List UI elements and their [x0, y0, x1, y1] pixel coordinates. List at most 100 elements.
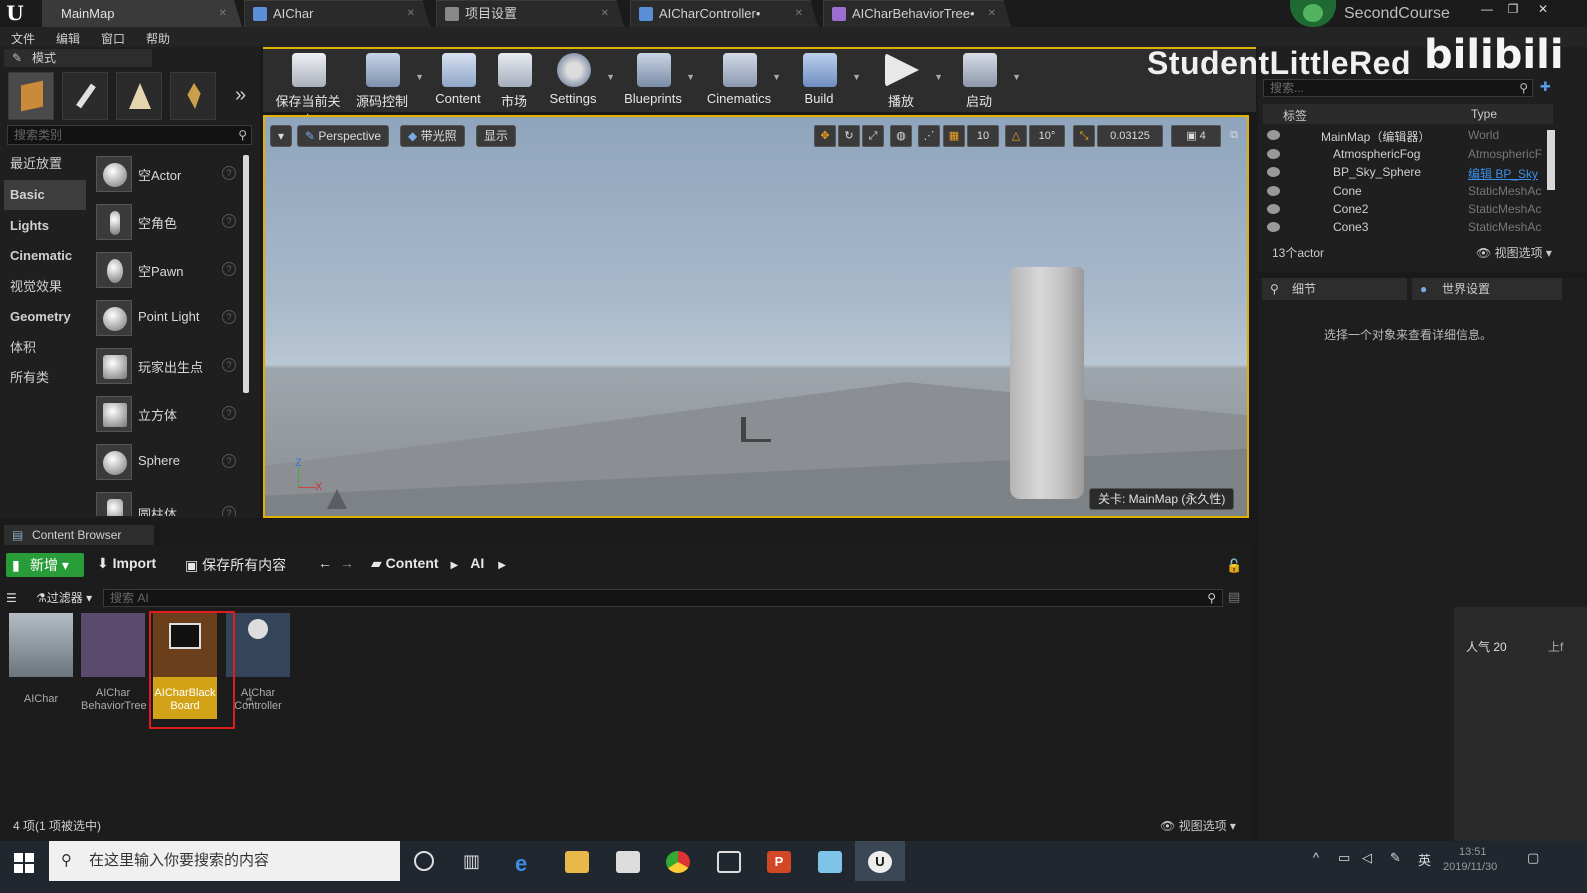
outliner-view-options[interactable]: 👁 视图选项 ▾	[1476, 244, 1552, 261]
outliner-row[interactable]: BP_Sky_Sphere 编辑 BP_Sky	[1263, 164, 1553, 182]
lock-icon[interactable]: 🔓	[1226, 558, 1242, 574]
place-item-cylinder[interactable]: 圆柱体?	[92, 488, 238, 516]
asset-search-input[interactable]: 搜索 AI ⚲	[103, 589, 1223, 607]
place-item-player-start[interactable]: 玩家出生点?	[92, 344, 238, 390]
place-item-sphere[interactable]: Sphere?	[92, 440, 238, 486]
column-label[interactable]: 标签	[1283, 107, 1307, 124]
edit-blueprint-link[interactable]: 编辑 BP_Sky	[1468, 165, 1553, 182]
add-new-button[interactable]: ▮ 新增 ▾	[6, 553, 84, 577]
cinematics-button[interactable]: Cinematics ▼	[701, 50, 781, 110]
back-button[interactable]: ←	[318, 555, 332, 571]
eye-icon[interactable]	[1267, 149, 1280, 159]
rotation-snap-value[interactable]: 10°	[1029, 125, 1065, 147]
small-mesh[interactable]	[741, 417, 746, 441]
menu-file[interactable]: 文件	[11, 30, 35, 47]
dropdown-arrow-icon[interactable]: ▼	[686, 72, 695, 82]
outliner-row[interactable]: Cone3 StaticMeshAc	[1263, 219, 1553, 237]
import-button[interactable]: ⬇ Import	[97, 555, 156, 572]
place-item-empty-character[interactable]: 空角色?	[92, 200, 238, 246]
modes-scrollbar[interactable]	[243, 155, 249, 393]
chrome-icon[interactable]	[666, 851, 690, 873]
asset-aichar-controller[interactable]: AIChar Controller	[226, 613, 290, 719]
minimize-button[interactable]: —	[1474, 0, 1500, 20]
tray-chevron-icon[interactable]: ^	[1313, 850, 1319, 865]
scale-snap-value[interactable]: 0.03125	[1097, 125, 1163, 147]
close-icon[interactable]: ✕	[988, 1, 996, 27]
help-icon[interactable]: ?	[222, 214, 236, 228]
dropdown-arrow-icon[interactable]: ▼	[1012, 72, 1021, 82]
camera-speed-button[interactable]: ▣ 4	[1171, 125, 1221, 147]
breadcrumb-ai[interactable]: AI	[470, 555, 484, 571]
outliner-row[interactable]: MainMap（编辑器） World	[1263, 127, 1553, 145]
place-item-cube[interactable]: 立方体?	[92, 392, 238, 438]
dropdown-arrow-icon[interactable]: ▼	[772, 72, 781, 82]
blueprints-button[interactable]: Blueprints ▼	[615, 50, 695, 110]
outliner-scrollbar[interactable]	[1547, 130, 1555, 190]
maximize-viewport-icon[interactable]: ⧉	[1225, 125, 1243, 147]
windows-start-icon[interactable]	[14, 853, 34, 873]
perspective-button[interactable]: ✎ Perspective	[297, 125, 390, 147]
sources-icon[interactable]: ☰	[6, 589, 17, 607]
eye-icon[interactable]	[1267, 186, 1280, 196]
eye-icon[interactable]	[1267, 222, 1280, 232]
landscape-mode-button[interactable]	[116, 72, 162, 120]
grid-snap-icon[interactable]: ▦	[943, 125, 965, 147]
paint-mode-button[interactable]	[62, 72, 108, 120]
filter-button[interactable]: ☰ ⚗过滤器 ▾	[6, 589, 102, 607]
edge-icon[interactable]: e	[515, 851, 539, 876]
chevron-right-icon[interactable]: ▶	[498, 560, 506, 571]
modes-tab[interactable]: ✎ 模式	[4, 49, 152, 67]
help-icon[interactable]: ?	[222, 310, 236, 324]
dropdown-arrow-icon[interactable]: ▼	[852, 72, 861, 82]
outliner-row[interactable]: AtmosphericFog AtmosphericF	[1263, 146, 1553, 164]
save-search-icon[interactable]: ▤	[1228, 589, 1240, 605]
search-classes-input[interactable]: 搜索类别 ⚲	[7, 125, 252, 145]
help-icon[interactable]: ?	[222, 166, 236, 180]
cortana-icon[interactable]	[414, 851, 434, 871]
tab-content-browser[interactable]: ▤ Content Browser	[4, 525, 154, 545]
place-item-empty-pawn[interactable]: 空Pawn?	[92, 248, 238, 294]
powerpoint-icon[interactable]: P	[767, 851, 791, 873]
close-icon[interactable]: ✕	[219, 1, 227, 27]
category-recent[interactable]: 最近放置	[4, 149, 86, 179]
help-icon[interactable]: ?	[222, 454, 236, 468]
menu-edit[interactable]: 编辑	[56, 30, 80, 47]
tab-details[interactable]: ⚲ 细节	[1262, 278, 1407, 300]
asset-aichar-behavior-tree[interactable]: AIChar BehaviorTree	[81, 613, 147, 719]
save-level-button[interactable]: 保存当前关卡	[270, 50, 346, 128]
network-icon[interactable]: ▭	[1338, 850, 1350, 866]
category-cinematic[interactable]: Cinematic	[4, 241, 86, 271]
show-button[interactable]: 显示	[476, 125, 517, 147]
scale-icon[interactable]: ⤢	[862, 125, 884, 147]
category-lights[interactable]: Lights	[4, 211, 86, 241]
launch-button[interactable]: 启动 ▼	[941, 50, 1021, 110]
world-local-icon[interactable]: ◍	[890, 125, 912, 147]
place-mode-button[interactable]	[8, 72, 54, 120]
eye-icon[interactable]	[1267, 130, 1280, 140]
pen-icon[interactable]: ✎	[1390, 850, 1401, 866]
close-icon[interactable]: ✕	[601, 1, 609, 27]
scale-snap-icon[interactable]: ⤡	[1073, 125, 1095, 147]
outliner-row[interactable]: Cone2 StaticMeshAc	[1263, 201, 1553, 219]
save-all-button[interactable]: ▣ 保存所有内容	[185, 555, 286, 575]
add-filter-icon[interactable]: ✚	[1540, 79, 1551, 95]
unreal-taskbar-icon[interactable]: U	[868, 851, 892, 873]
menu-window[interactable]: 窗口	[101, 30, 125, 47]
chevron-right-icon[interactable]: ▶	[451, 560, 459, 571]
tab-aichar[interactable]: AIChar ✕	[244, 0, 430, 27]
rotate-icon[interactable]: ↻	[838, 125, 860, 147]
close-icon[interactable]: ✕	[407, 1, 415, 27]
place-item-empty-actor[interactable]: 空Actor?	[92, 152, 238, 198]
ime-indicator[interactable]: 英	[1418, 850, 1431, 869]
translate-icon[interactable]: ✥	[814, 125, 836, 147]
clock[interactable]: 13:51 2019/11/30	[1443, 845, 1497, 875]
level-viewport[interactable]: Z X	[263, 115, 1249, 518]
help-icon[interactable]: ?	[222, 358, 236, 372]
notification-icon[interactable]: ▢	[1527, 850, 1539, 866]
column-type[interactable]: Type	[1471, 107, 1497, 121]
viewport-options-button[interactable]: ▾	[270, 125, 292, 147]
help-icon[interactable]: ?	[222, 506, 236, 516]
asset-aichar[interactable]: AIChar	[9, 613, 73, 719]
tab-world-settings[interactable]: ● 世界设置	[1412, 278, 1562, 300]
rotation-snap-icon[interactable]: △	[1005, 125, 1027, 147]
